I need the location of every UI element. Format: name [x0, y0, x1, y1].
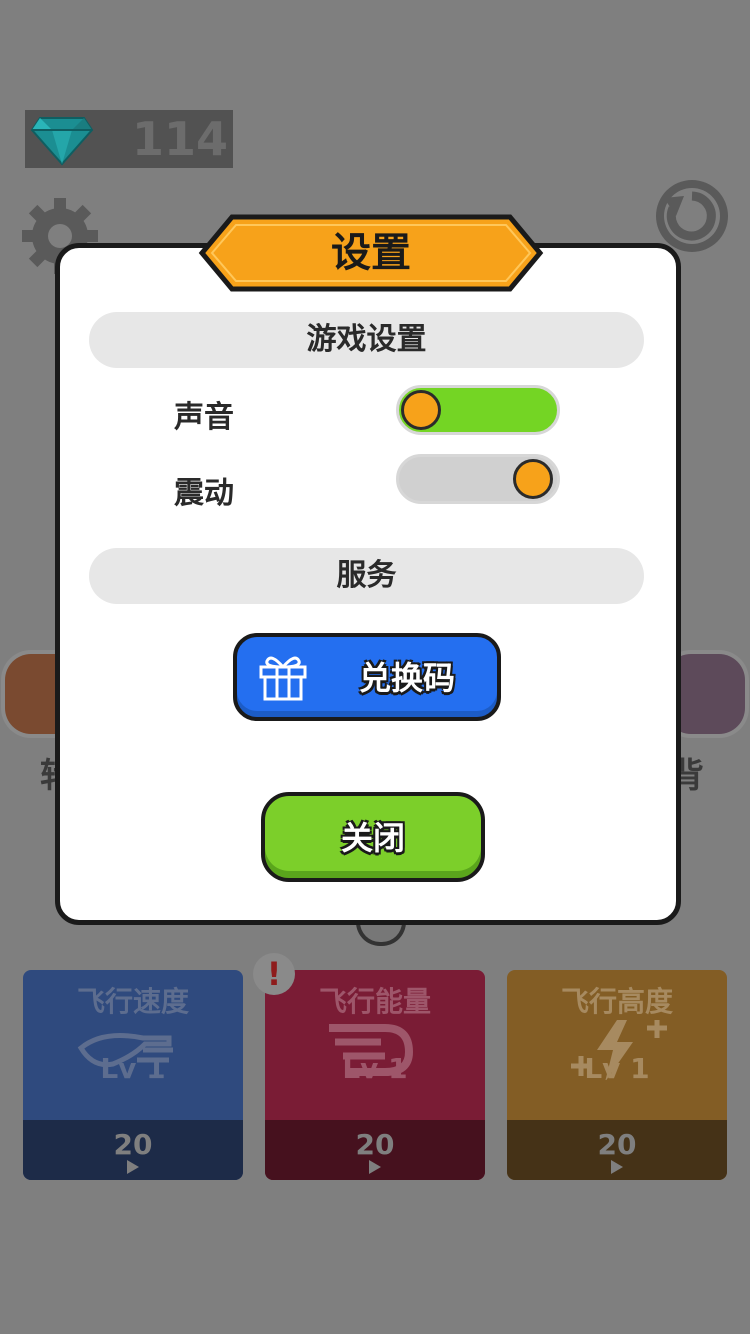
gift-icon [259, 656, 307, 701]
upgrade-card-speed[interactable]: 飞行速度 Lv 1 20 [23, 970, 243, 1180]
toggle-knob [513, 459, 553, 499]
upgrade-card-energy[interactable]: 飞行能量 Lv 1 20 [265, 970, 485, 1180]
card-cost-bar: 20 [507, 1120, 727, 1180]
card-title: 飞行高度 [560, 985, 673, 1018]
card-cost-bar: 20 [265, 1120, 485, 1180]
close-button[interactable]: 关闭 [261, 792, 485, 882]
vibration-label: 震动 [174, 476, 234, 511]
card-cost: 20 [113, 1128, 153, 1161]
sound-label: 声音 [174, 400, 234, 435]
card-title: 飞行能量 [318, 985, 431, 1018]
redeem-code-button[interactable]: 兑换码 [233, 633, 501, 721]
vibration-toggle[interactable] [396, 454, 560, 504]
diamond-icon [30, 117, 94, 166]
play-arrow-icon [611, 1160, 623, 1174]
card-level: Lv 1 [342, 1052, 408, 1085]
toggle-knob [401, 390, 441, 430]
card-cost: 20 [355, 1128, 395, 1161]
upgrade-card-height[interactable]: 飞行高度 Lv 1 20 [507, 970, 727, 1180]
card-level: Lv 1 [100, 1052, 166, 1085]
card-cost: 20 [597, 1128, 637, 1161]
modal-title: 设置 [331, 230, 411, 276]
alert-badge: ! [253, 953, 295, 995]
play-arrow-icon [127, 1160, 139, 1174]
gem-count: 114 [131, 112, 228, 166]
redeem-code-label: 兑换码 [358, 659, 455, 697]
card-level: Lv 1 [584, 1052, 650, 1085]
card-cost-bar: 20 [23, 1120, 243, 1180]
sound-toggle[interactable] [396, 385, 560, 435]
section-header-game: 游戏设置 [89, 312, 644, 368]
card-title: 飞行速度 [76, 985, 189, 1018]
play-arrow-icon [369, 1160, 381, 1174]
section-header-service: 服务 [89, 548, 644, 604]
